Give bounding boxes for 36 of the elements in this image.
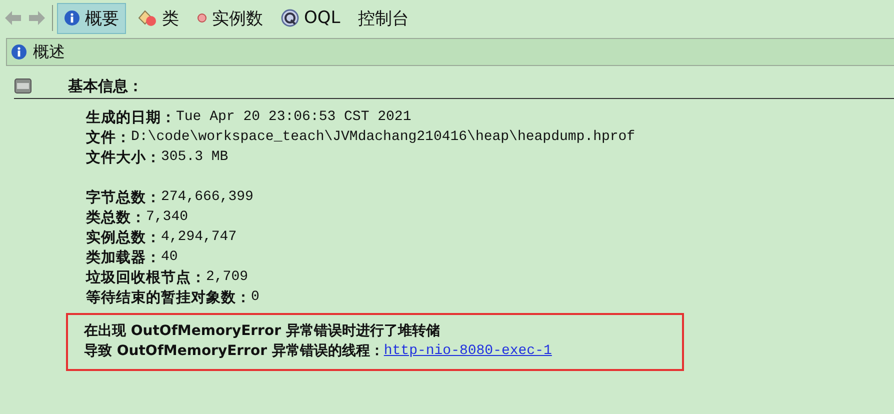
notice-text: 在出现 OutOfMemoryError 异常错误时进行了堆转储 <box>84 322 440 340</box>
field-label: 文件： <box>86 128 131 146</box>
field-label: 生成的日期： <box>86 108 176 126</box>
memory-chip-icon <box>14 78 32 94</box>
toolbar-tab[interactable]: 控制台 <box>351 2 416 34</box>
field-label: 实例总数： <box>86 228 161 246</box>
field-value: 274,666,399 <box>161 189 254 205</box>
field-label: 等待结束的暂挂对象数： <box>86 288 251 306</box>
notice-text: 导致 OutOfMemoryError 异常错误的线程： <box>84 342 384 360</box>
field-value: 305.3 MB <box>161 149 228 165</box>
query-icon <box>281 9 299 27</box>
field-value: 7,340 <box>146 209 188 225</box>
info-icon <box>11 44 27 60</box>
info-icon <box>64 10 80 26</box>
field-value: 0 <box>251 289 260 305</box>
field-value: Tue Apr 20 23:06:53 CST 2021 <box>176 109 412 125</box>
section-title: 基本信息： <box>68 76 143 96</box>
toolbar-tab[interactable]: 类 <box>130 2 186 34</box>
field-label: 字节总数： <box>86 188 161 206</box>
field-label: 垃圾回收根节点： <box>86 268 206 286</box>
field-value: 4,294,747 <box>161 229 237 245</box>
field-value: D:\code\workspace_teach\JVMdachang210416\heap\heapdump.hprof <box>131 129 636 145</box>
field-value: 40 <box>161 249 178 265</box>
field-label: 类总数： <box>86 208 146 226</box>
thread-link[interactable]: http-nio-8080-exec-1 <box>384 343 552 359</box>
panel-title: 概述 <box>33 42 65 62</box>
back-arrow-icon[interactable] <box>4 10 22 26</box>
forward-arrow-icon[interactable] <box>28 10 46 26</box>
field-label: 文件大小： <box>86 148 161 166</box>
toolbar-tab[interactable]: OQL <box>274 4 348 32</box>
toolbar-tab[interactable]: 概要 <box>57 2 126 34</box>
field-value: 2,709 <box>206 269 248 285</box>
dot-icon <box>197 13 207 23</box>
shapes-icon <box>137 9 157 27</box>
toolbar-tab[interactable]: 实例数 <box>190 2 270 34</box>
field-label: 类加载器： <box>86 248 161 266</box>
